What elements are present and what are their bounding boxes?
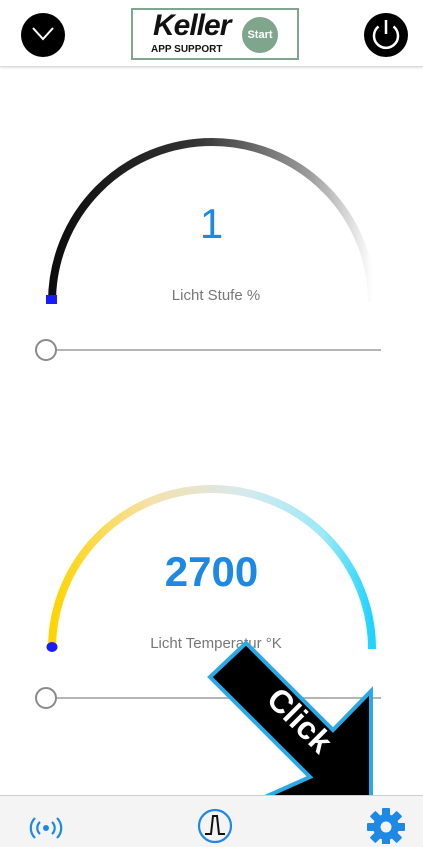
bottom-nav — [0, 795, 423, 847]
clock-button[interactable] — [20, 12, 66, 58]
clock-icon — [21, 13, 65, 57]
click-arrow-overlay: Click — [207, 640, 373, 799]
logo-title: Keller — [153, 9, 231, 42]
keller-logo: Keller APP SUPPORT Start — [131, 8, 299, 60]
pulse-circle-icon — [197, 808, 233, 844]
light-level-slider-track[interactable] — [45, 349, 381, 351]
light-temperature-slider-thumb[interactable] — [35, 687, 57, 709]
power-icon — [364, 13, 408, 57]
light-level-value: 1 — [199, 200, 224, 247]
logo-subtitle: APP SUPPORT — [151, 44, 223, 55]
light-level-slider-thumb[interactable] — [35, 339, 57, 361]
gear-icon — [367, 808, 405, 844]
start-button[interactable]: Start — [242, 17, 278, 53]
light-level-slider[interactable] — [35, 339, 381, 361]
app-header: Keller APP SUPPORT Start — [0, 0, 423, 67]
broadcast-icon — [29, 817, 63, 839]
light-level-label: Licht Stufe % — [171, 287, 261, 304]
filter-button[interactable] — [193, 800, 237, 844]
light-temperature-value: 2700 — [164, 548, 259, 595]
broadcast-button[interactable] — [24, 800, 68, 844]
power-button[interactable] — [363, 12, 409, 58]
settings-button[interactable] — [364, 800, 408, 844]
